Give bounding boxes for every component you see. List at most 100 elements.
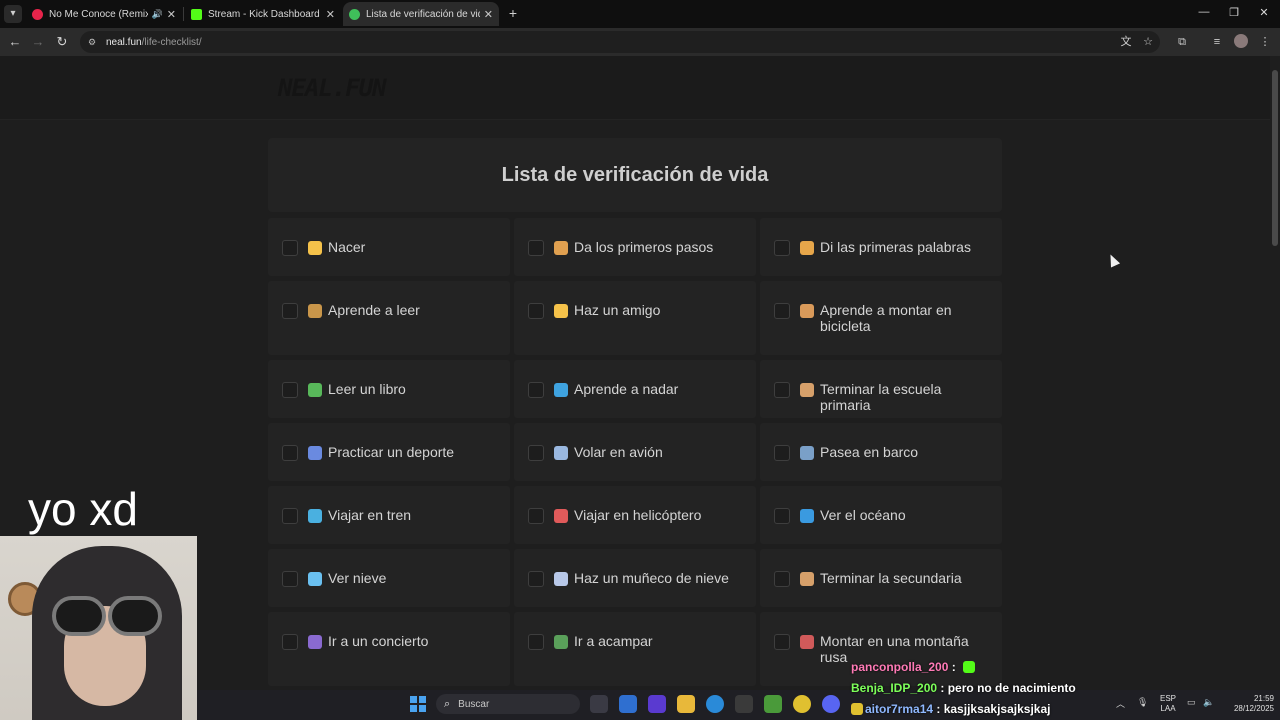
site-logo[interactable]: NEAL.FUN <box>278 74 387 102</box>
checkbox[interactable] <box>282 571 298 587</box>
checklist-item-label: Viajar en tren <box>328 507 412 523</box>
extensions-icon[interactable]: ⧉ <box>1174 34 1190 50</box>
checklist-item[interactable]: Ver el océano <box>760 486 1002 544</box>
checkbox[interactable] <box>282 508 298 524</box>
checkbox[interactable] <box>282 634 298 650</box>
minimize-icon[interactable]: — <box>1194 6 1214 18</box>
checklist-item-label: Da los primeros pasos <box>574 239 714 255</box>
discord-icon[interactable] <box>822 695 840 713</box>
checkbox[interactable] <box>528 508 544 524</box>
task-view-icon[interactable] <box>590 695 608 713</box>
restore-icon[interactable]: ❐ <box>1224 6 1244 19</box>
back-button[interactable]: ← <box>6 33 24 51</box>
search-placeholder: Buscar <box>458 698 490 710</box>
subscriber-badge-icon <box>851 703 863 715</box>
checkbox[interactable] <box>282 445 298 461</box>
volume-icon[interactable]: 🔈 <box>1203 697 1214 708</box>
reading-list-icon[interactable]: ≡ <box>1209 34 1225 50</box>
checkbox[interactable] <box>528 303 544 319</box>
checklist-item-label: Ir a acampar <box>574 633 653 649</box>
tab-youtube[interactable]: No Me Conoce (Remix) - Yo 🔊 ✕ <box>26 2 182 26</box>
checklist-item[interactable]: Ir a un concierto <box>268 612 510 686</box>
checkbox[interactable] <box>528 382 544 398</box>
checklist-item[interactable]: Viajar en tren <box>268 486 510 544</box>
forward-button[interactable]: → <box>29 33 47 51</box>
checkbox[interactable] <box>528 445 544 461</box>
checklist-item[interactable]: Ir a acampar <box>514 612 756 686</box>
checkbox[interactable] <box>774 303 790 319</box>
checkbox[interactable] <box>774 634 790 650</box>
checklist-item[interactable]: Aprende a leer <box>268 281 510 355</box>
checklist-item[interactable]: Viajar en helicóptero <box>514 486 756 544</box>
camping-icon <box>554 635 568 649</box>
checklist-item[interactable]: Volar en avión <box>514 423 756 481</box>
checkbox[interactable] <box>282 240 298 256</box>
microphone-icon[interactable]: 🎙 <box>1137 697 1148 708</box>
menu-icon[interactable]: ⋮ <box>1257 34 1273 50</box>
taskbar-search[interactable]: ⌕ Buscar <box>436 694 580 714</box>
speaker-icon[interactable]: 🔊 <box>152 9 163 20</box>
bookmark-star-icon[interactable]: ☆ <box>1140 34 1156 50</box>
checklist-item[interactable]: Terminar la escuela primaria <box>760 360 1002 418</box>
checkbox[interactable] <box>774 240 790 256</box>
chrome-icon[interactable] <box>793 695 811 713</box>
checklist-item[interactable]: Pasea en barco <box>760 423 1002 481</box>
tab-kick-dashboard[interactable]: Stream - Kick Dashboard ✕ <box>185 2 341 26</box>
tab-search-icon[interactable]: ▾ <box>4 5 22 23</box>
ball-icon <box>308 446 322 460</box>
checklist-item[interactable]: Aprende a montar en bicicleta <box>760 281 1002 355</box>
tab-life-checklist[interactable]: Lista de verificación de vida ✕ <box>343 2 499 26</box>
edge-icon[interactable] <box>706 695 724 713</box>
scrollbar-thumb[interactable] <box>1272 70 1278 246</box>
store-icon[interactable] <box>735 695 753 713</box>
profile-avatar[interactable] <box>1234 34 1248 48</box>
green-book-icon <box>308 383 322 397</box>
site-info-icon[interactable]: ⚙ <box>88 36 100 48</box>
checkbox[interactable] <box>282 382 298 398</box>
close-tab-icon[interactable]: ✕ <box>484 8 493 21</box>
checkbox[interactable] <box>774 508 790 524</box>
checkbox[interactable] <box>282 303 298 319</box>
checklist-item[interactable]: Haz un amigo <box>514 281 756 355</box>
reload-button[interactable]: ↻ <box>53 33 71 51</box>
checkbox[interactable] <box>528 240 544 256</box>
close-tab-icon[interactable]: ✕ <box>167 8 176 21</box>
checkbox[interactable] <box>528 634 544 650</box>
taskbar-clock[interactable]: 21:59 28/12/2025 <box>1224 694 1274 714</box>
wave-icon <box>800 509 814 523</box>
new-tab-button[interactable]: + <box>505 5 521 21</box>
translate-icon[interactable]: 文 <box>1118 34 1134 50</box>
close-tab-icon[interactable]: ✕ <box>326 8 335 21</box>
checklist-item[interactable]: Aprende a nadar <box>514 360 756 418</box>
checklist-item[interactable]: Montar en una montaña rusa <box>760 612 1002 686</box>
minecraft-icon[interactable] <box>764 695 782 713</box>
teams-icon[interactable] <box>648 695 666 713</box>
network-icon[interactable]: ▭ <box>1187 697 1196 708</box>
close-window-icon[interactable]: ✕ <box>1254 6 1274 19</box>
checklist-item[interactable]: Da los primeros pasos <box>514 218 756 276</box>
tray-chevron-icon[interactable]: ︿ <box>1116 697 1125 710</box>
checkbox[interactable] <box>774 445 790 461</box>
checklist-item-label: Aprende a leer <box>328 302 420 318</box>
checklist-item[interactable]: Nacer <box>268 218 510 276</box>
outlook-icon[interactable] <box>619 695 637 713</box>
webcam-feed <box>0 536 197 720</box>
chat-message: panconpolla_200 : <box>851 660 976 674</box>
checklist-item[interactable]: Ver nieve <box>268 549 510 607</box>
file-explorer-icon[interactable] <box>677 695 695 713</box>
checklist-item[interactable]: Haz un muñeco de nieve <box>514 549 756 607</box>
checkbox[interactable] <box>774 382 790 398</box>
checklist-item-label: Ir a un concierto <box>328 633 429 649</box>
language-indicator[interactable]: ESP LAA <box>1159 694 1177 714</box>
site-header: NEAL.FUN <box>0 56 1270 120</box>
checkbox[interactable] <box>528 571 544 587</box>
chat-message: aitor7rma14 : kasjjksakjsajksjkaj <box>851 702 1050 716</box>
windows-start-icon[interactable] <box>410 696 426 712</box>
checklist-item[interactable]: Leer un libro <box>268 360 510 418</box>
address-bar[interactable]: ⚙ neal.fun/life-checklist/ <box>80 31 1160 53</box>
checklist-item[interactable]: Di las primeras palabras <box>760 218 1002 276</box>
checklist-item[interactable]: Terminar la secundaria <box>760 549 1002 607</box>
checklist-item[interactable]: Practicar un deporte <box>268 423 510 481</box>
school-icon <box>800 572 814 586</box>
checkbox[interactable] <box>774 571 790 587</box>
